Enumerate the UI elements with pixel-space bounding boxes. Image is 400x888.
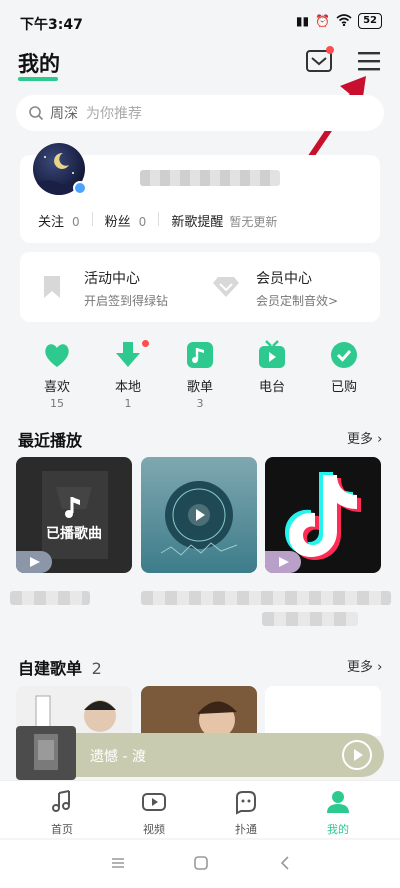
activity-center-title: 活动中心 [84, 271, 140, 287]
play-button[interactable] [188, 504, 210, 526]
message-badge [326, 46, 334, 54]
quick-label: 电台 [258, 380, 285, 395]
follow-label[interactable]: 关注 [38, 211, 64, 230]
wifi-icon [336, 13, 352, 29]
recent-title-blurred [262, 612, 358, 626]
diamond-icon [212, 276, 240, 302]
video-icon [142, 793, 166, 811]
recent-cover-3[interactable] [265, 457, 381, 573]
playlists-section-title: 自建歌单 2 [18, 655, 102, 679]
status-bar: 下午3:47 ▮▮ ⏰ 52 [0, 0, 400, 44]
quick-local[interactable]: 本地 1 [98, 340, 158, 410]
now-playing-title: 遗憾 - 渡 [90, 749, 146, 765]
nav-label: 我的 [327, 823, 349, 836]
playlist-2-art [197, 701, 237, 736]
music-note-icon [185, 340, 215, 370]
local-badge [142, 340, 149, 347]
playlists-title: 自建歌单 [18, 659, 83, 678]
play-button[interactable] [16, 551, 52, 573]
chat-face-icon [236, 791, 256, 815]
quick-favorites[interactable]: 喜欢 15 [27, 340, 87, 410]
quick-label: 本地 [114, 380, 141, 395]
now-playing-play-button[interactable] [342, 740, 372, 770]
nav-home[interactable]: 首页 [32, 789, 92, 837]
recent-more-link[interactable]: 更多 › [347, 428, 382, 447]
quick-label: 歌单 [186, 380, 213, 395]
now-playing-cover[interactable] [16, 726, 76, 780]
playlists-more-link[interactable]: 更多 › [347, 656, 382, 675]
user-icon [327, 791, 349, 813]
nav-label: 视频 [143, 823, 165, 836]
vip-center-subtitle: 会员定制音效> [256, 294, 339, 308]
system-nav-bar [0, 840, 400, 888]
quick-radio[interactable]: 电台 [242, 340, 302, 410]
search-keyword: 周深 [50, 106, 78, 122]
nav-video[interactable]: 视频 [124, 789, 184, 837]
heart-icon [42, 340, 72, 370]
recent-cover-played[interactable]: 已播歌曲 [16, 457, 132, 573]
nav-label: 首页 [51, 823, 73, 836]
signal-icon: ▮▮ [295, 14, 310, 28]
quick-label: 喜欢 [43, 380, 70, 395]
nav-label: 扑通 [235, 823, 257, 836]
activity-center-button[interactable]: 活动中心 开启签到得绿钻 [84, 268, 168, 309]
bottom-navigation: 首页 视频 扑通 我的 [0, 780, 400, 838]
played-cover-label: 已播歌曲 [46, 526, 102, 542]
music-note-icon [52, 790, 70, 812]
search-icon [29, 106, 44, 121]
play-icon [354, 749, 363, 761]
recent-title-blurred [10, 591, 90, 605]
fans-count: 0 [138, 215, 147, 229]
alarm-icon: ⏰ [315, 14, 331, 28]
nav-mine[interactable]: 我的 [308, 789, 368, 837]
fans-label[interactable]: 粉丝 [105, 211, 131, 230]
check-icon [329, 340, 359, 370]
search-placeholder: 为你推荐 [86, 106, 142, 122]
now-playing-cover-art [34, 734, 58, 770]
vip-center-title: 会员中心 [256, 271, 312, 287]
status-icons: ▮▮ ⏰ 52 [296, 13, 382, 29]
title-underline [18, 77, 58, 81]
search-bar[interactable]: 周深 为你推荐 [16, 95, 384, 131]
playlists-count: 2 [91, 659, 102, 678]
follow-count: 0 [72, 215, 80, 229]
user-name-blurred [140, 170, 280, 186]
download-icon [113, 340, 143, 370]
quick-count: 1 [124, 397, 132, 410]
system-home-icon[interactable] [193, 855, 209, 875]
quick-label: 已购 [330, 380, 357, 395]
new-songs-status: 暂无更新 [229, 215, 278, 229]
new-songs-label[interactable]: 新歌提醒 [171, 211, 223, 230]
status-time: 下午3:47 [20, 17, 83, 33]
activity-center-icon [40, 274, 64, 304]
activity-center-subtitle: 开启签到得绿钻 [84, 294, 169, 308]
quick-count [314, 397, 374, 410]
recent-cover-2[interactable] [141, 457, 257, 573]
play-icon [196, 509, 205, 521]
more-label: 更多 [347, 432, 374, 447]
quick-playlists[interactable]: 歌单 3 [170, 340, 230, 410]
play-icon [30, 557, 40, 567]
quick-count: 3 [196, 397, 204, 410]
tv-icon [257, 340, 287, 370]
recent-section-title: 最近播放 [18, 431, 83, 450]
play-icon [279, 557, 289, 567]
more-label: 更多 [347, 660, 374, 675]
battery-icon: 52 [358, 13, 382, 29]
profile-stats: 关注 0 粉丝 0 新歌提醒 暂无更新 [38, 211, 277, 230]
playlist-cover-2[interactable] [141, 686, 257, 736]
quick-count [242, 397, 302, 410]
page-title: 我的 [18, 52, 60, 76]
nav-putong[interactable]: 扑通 [216, 789, 276, 837]
quick-purchased[interactable]: 已购 [314, 340, 374, 410]
vip-badge [73, 181, 87, 195]
vip-center-button[interactable]: 会员中心 会员定制音效> [256, 268, 338, 309]
playlist-cover-3[interactable] [265, 686, 381, 736]
play-button[interactable] [265, 551, 301, 573]
quick-count: 15 [50, 397, 64, 410]
system-back-icon[interactable] [278, 855, 292, 875]
system-menu-icon[interactable] [110, 855, 126, 874]
recent-title-blurred [141, 591, 391, 605]
